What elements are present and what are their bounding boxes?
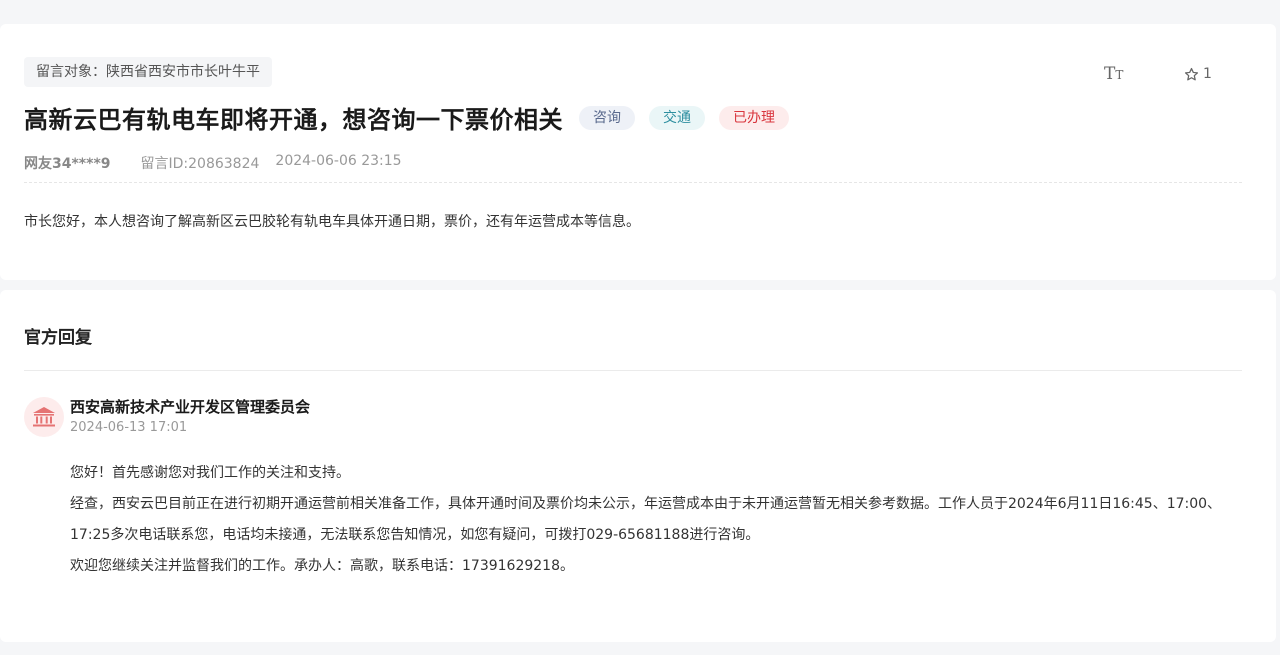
message-target: 留言对象：陕西省西安市市长叶牛平 <box>24 57 272 87</box>
reply-heading: 官方回复 <box>24 328 92 348</box>
message-card: 留言对象：陕西省西安市市长叶牛平 TT 1 高新云巴有轨电车即将开通，想咨询一下… <box>0 24 1276 280</box>
tag-consult: 咨询 <box>579 105 635 130</box>
font-size-icon: TT <box>1104 64 1124 84</box>
official-reply-card: 官方回复 西安高新技术产业开发区管理委员会 2024-06-13 17:01 您… <box>0 290 1276 642</box>
divider <box>24 182 1242 183</box>
reply-paragraph: 您好！首先感谢您对我们工作的关注和支持。 <box>70 465 350 481</box>
reply-body: 您好！首先感谢您对我们工作的关注和支持。 经查，西安云巴目前正在进行初期开通运营… <box>70 458 1246 582</box>
message-user: 网友34****9 <box>24 156 111 172</box>
message-content: 市长您好，本人想咨询了解高新区云巴胶轮有轨电车具体开通日期，票价，还有年运营成本… <box>24 214 640 230</box>
avatar <box>24 397 64 437</box>
star-icon <box>1184 67 1199 80</box>
government-building-icon <box>33 407 55 427</box>
message-id: 留言ID:20863824 <box>140 156 260 172</box>
reply-paragraph: 欢迎您继续关注并监督我们的工作。承办人：高歌，联系电话：17391629218。 <box>70 558 574 574</box>
message-title: 高新云巴有轨电车即将开通，想咨询一下票价相关 <box>24 106 563 134</box>
divider <box>24 370 1242 371</box>
reply-paragraph: 经查，西安云巴目前正在进行初期开通运营前相关准备工作，具体开通时间及票价均未公示… <box>70 496 1222 543</box>
title-row: 高新云巴有轨电车即将开通，想咨询一下票价相关 咨询 交通 已办理 <box>24 100 789 135</box>
message-datetime: 2024-06-06 23:15 <box>275 153 402 169</box>
favorite-count: 1 <box>1203 66 1212 82</box>
tag-status-done: 已办理 <box>719 105 789 130</box>
favorite-button[interactable]: 1 <box>1184 66 1212 82</box>
font-size-toggle[interactable]: TT <box>1104 64 1123 84</box>
message-meta: 网友34****9 留言ID:20863824 2024-06-06 23:15 <box>24 153 402 173</box>
reply-datetime: 2024-06-13 17:01 <box>70 420 188 435</box>
reply-org-name: 西安高新技术产业开发区管理委员会 <box>70 398 311 416</box>
tag-traffic: 交通 <box>649 105 705 130</box>
